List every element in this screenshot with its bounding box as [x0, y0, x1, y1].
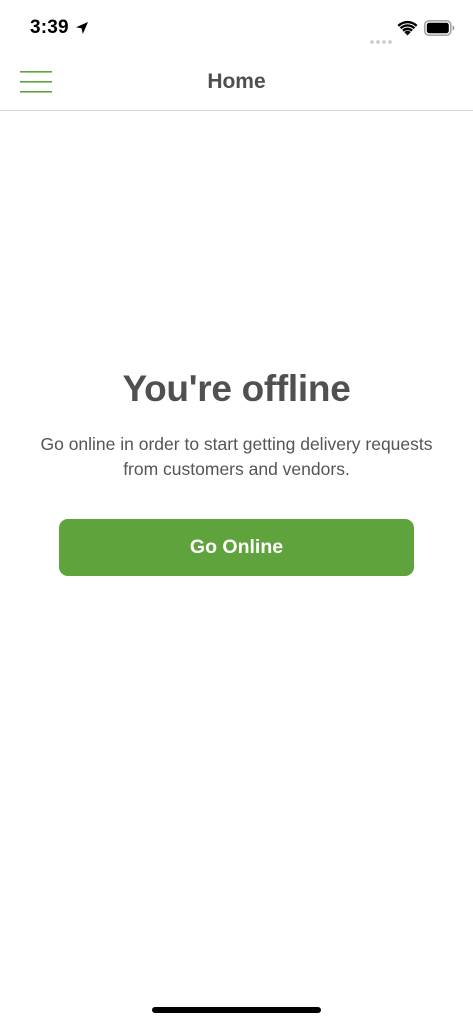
battery-icon [424, 20, 455, 36]
navigation-bar: Home [0, 56, 473, 111]
location-arrow-icon [75, 21, 89, 35]
page-title: Home [207, 70, 266, 93]
offline-description: Go online in order to start getting deli… [40, 434, 433, 479]
wifi-icon [397, 20, 418, 36]
go-online-button[interactable]: Go Online [59, 519, 414, 576]
offline-headline: You're offline [122, 368, 351, 409]
cellular-signal-icon [370, 31, 392, 44]
home-indicator[interactable] [152, 1007, 321, 1013]
status-bar: 3:39 [0, 0, 473, 56]
status-time: 3:39 [30, 17, 69, 38]
